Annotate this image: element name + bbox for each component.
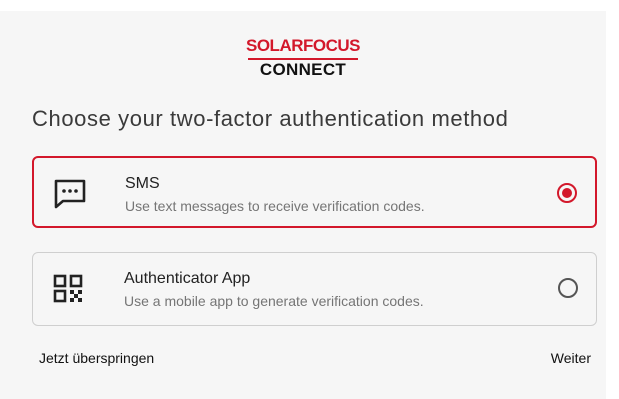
page-title: Choose your two-factor authentication me… — [32, 106, 509, 131]
message-icon — [54, 179, 86, 209]
option-app-label: Authenticator App — [124, 270, 251, 287]
option-sms-label: SMS — [125, 175, 160, 192]
sms-radio-button[interactable] — [557, 183, 577, 203]
auth-card: SOLARFOCUS CONNECT Choose your two-facto… — [0, 11, 606, 399]
logo-brand: SOLARFOCUS — [246, 36, 361, 55]
option-app-description: Use a mobile app to generate verificatio… — [124, 293, 424, 309]
logo-product: CONNECT — [259, 60, 347, 79]
solarfocus-logo: SOLARFOCUS CONNECT — [0, 37, 606, 80]
option-authenticator-app[interactable]: Authenticator App Use a mobile app to ge… — [32, 252, 597, 326]
option-sms[interactable]: SMS Use text messages to receive verific… — [32, 156, 597, 228]
app-radio-button[interactable] — [558, 278, 578, 298]
skip-button[interactable]: Jetzt überspringen — [39, 350, 154, 366]
qr-code-icon — [53, 274, 83, 303]
option-sms-description: Use text messages to receive verificatio… — [125, 198, 425, 214]
next-button[interactable]: Weiter — [551, 350, 591, 366]
